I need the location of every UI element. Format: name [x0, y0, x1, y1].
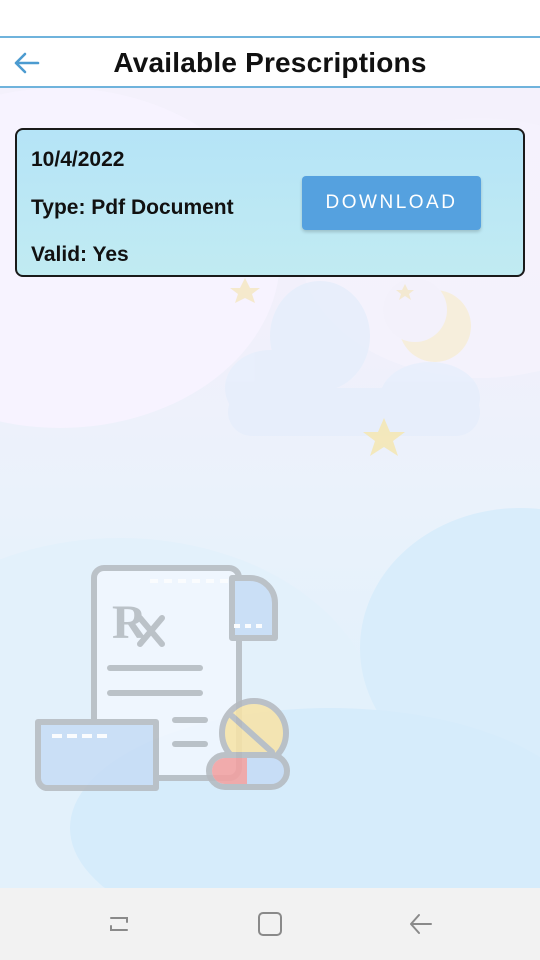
- system-nav-bar: [0, 888, 540, 960]
- arrow-left-icon: [14, 52, 40, 74]
- home-icon: [258, 912, 282, 936]
- prescription-date: 10/4/2022: [31, 148, 125, 171]
- page-title: Available Prescriptions: [113, 47, 427, 78]
- back-icon: [410, 914, 432, 934]
- recent-apps-button[interactable]: [99, 908, 139, 940]
- prescription-validity: Valid: Yes: [31, 243, 129, 266]
- prescription-card: 10/4/2022 Type: Pdf Document Valid: Yes …: [15, 128, 525, 277]
- home-button[interactable]: [250, 908, 290, 940]
- prescription-type: Type: Pdf Document: [31, 196, 234, 219]
- prescription-list: R 10/4/2022 Type: Pdf Document Valid: Ye…: [0, 88, 540, 888]
- download-button[interactable]: DOWNLOAD: [302, 176, 481, 230]
- recent-apps-icon: [110, 917, 128, 931]
- system-back-button[interactable]: [401, 908, 441, 940]
- back-button[interactable]: [8, 45, 44, 81]
- app-bar: Available Prescriptions: [0, 36, 540, 88]
- status-bar: [0, 0, 540, 36]
